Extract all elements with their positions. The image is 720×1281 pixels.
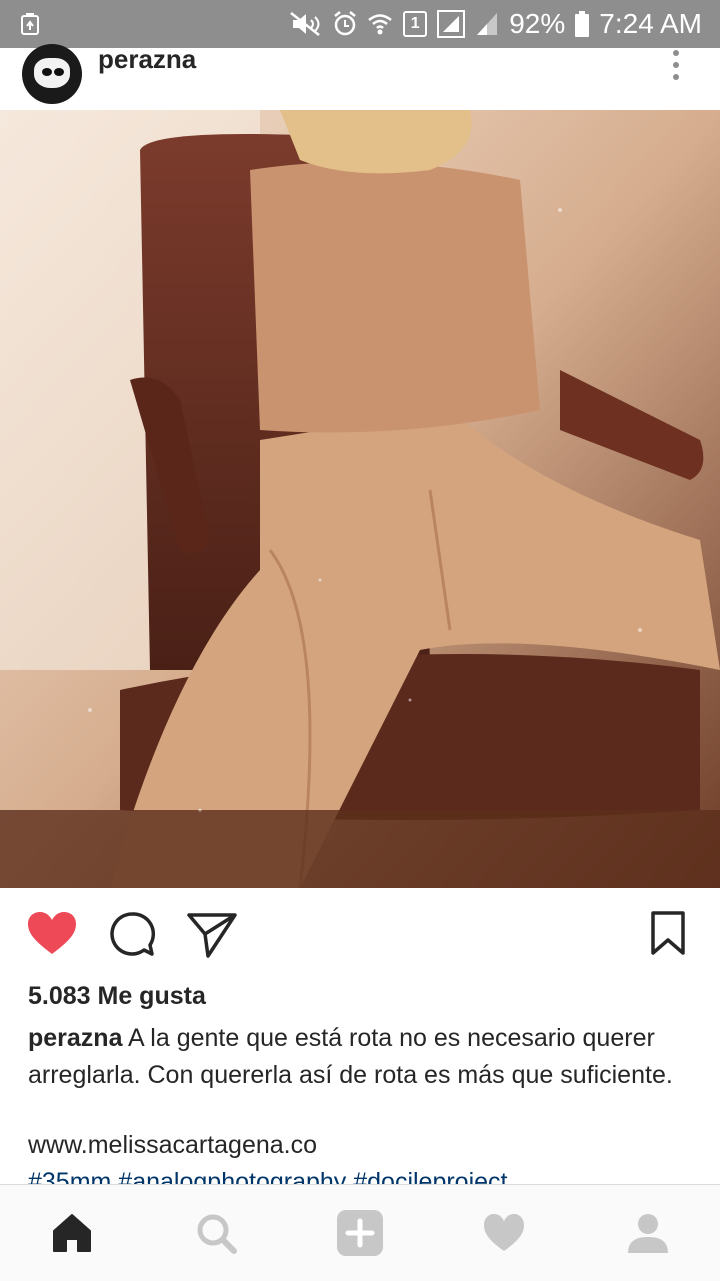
heart-icon[interactable]: [26, 910, 78, 961]
bottom-nav: [0, 1184, 720, 1281]
add-icon[interactable]: [336, 1209, 383, 1256]
battery-percent: 92%: [509, 8, 566, 39]
signal-icon: [437, 10, 466, 38]
sim-slot-indicator: 1: [403, 11, 428, 37]
clock: 7:24 AM: [599, 8, 702, 39]
activity-icon[interactable]: [482, 1211, 526, 1255]
bookmark-icon[interactable]: [650, 910, 686, 961]
battery-icon: [575, 11, 590, 37]
like-count[interactable]: 5.083 Me gusta: [28, 982, 206, 1011]
search-icon[interactable]: [194, 1211, 238, 1255]
post-photo[interactable]: [0, 110, 720, 888]
signal-icon-secondary: [475, 11, 499, 37]
recycle-icon: [20, 12, 40, 41]
avatar-eye-right: [54, 68, 64, 76]
share-icon[interactable]: [186, 910, 238, 963]
hashtags[interactable]: #35mm #analogphotography #docileproject: [28, 1168, 508, 1184]
wifi-icon: [367, 11, 393, 37]
home-icon[interactable]: [50, 1211, 94, 1255]
avatar-face: [34, 58, 70, 88]
alarm-icon: [333, 11, 357, 37]
post-username[interactable]: perazna: [98, 44, 196, 75]
website-link[interactable]: www.melissacartagena.co: [28, 1131, 317, 1160]
caption-username[interactable]: perazna: [28, 1024, 122, 1052]
caption-text: A la gente que está rota no es necesario…: [28, 1024, 673, 1089]
post-actions: [0, 888, 720, 984]
more-options-icon[interactable]: [672, 50, 680, 80]
post-caption: perazna A la gente que está rota no es n…: [28, 1020, 698, 1094]
avatar-eye-left: [42, 68, 52, 76]
comment-icon[interactable]: [108, 910, 156, 963]
mute-icon: [289, 11, 323, 37]
profile-icon[interactable]: [626, 1211, 670, 1255]
avatar[interactable]: [22, 44, 82, 104]
status-bar: 1 92% 7:24 AM: [0, 0, 720, 48]
post-header: perazna: [0, 44, 720, 111]
